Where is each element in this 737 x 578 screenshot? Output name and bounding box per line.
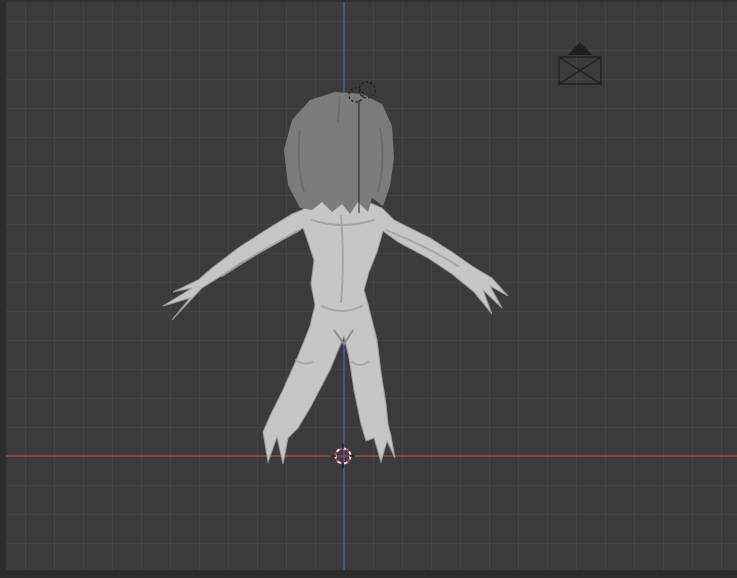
creature-model[interactable] [162,92,509,465]
camera-up-triangle [568,42,592,55]
camera-icon[interactable] [558,42,602,85]
viewport-edge-top [0,0,737,2]
viewport-edge-bottom [0,570,737,578]
viewport-edge-left [0,0,6,578]
viewport-3d[interactable] [0,0,737,578]
scene-overlay [0,0,737,578]
dashed-circle-large [358,81,376,99]
